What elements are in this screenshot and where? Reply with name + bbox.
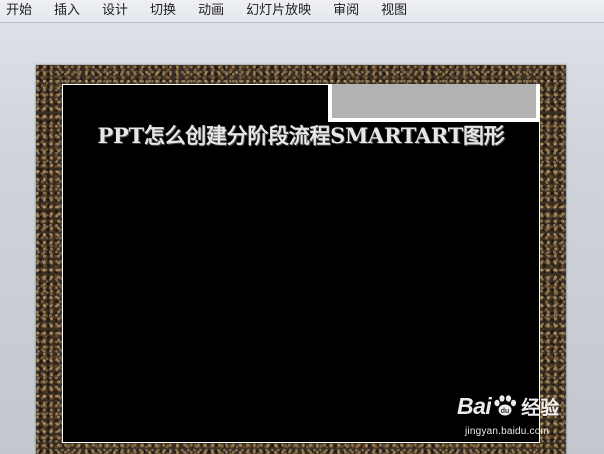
ribbon-tab-bar: 开始 插入 设计 切换 动画 幻灯片放映 审阅 视图	[0, 0, 604, 23]
slide-editing-pane: PPT怎么创建分阶段流程SMARTART图形	[0, 23, 604, 454]
tab-review[interactable]: 审阅	[326, 0, 374, 22]
tab-view[interactable]: 视图	[374, 0, 422, 22]
slide-content-area[interactable]: PPT怎么创建分阶段流程SMARTART图形	[62, 84, 540, 443]
slide-canvas[interactable]: PPT怎么创建分阶段流程SMARTART图形	[36, 65, 566, 454]
slide-title[interactable]: PPT怎么创建分阶段流程SMARTART图形	[63, 120, 539, 150]
tab-design[interactable]: 设计	[95, 0, 143, 22]
title-tab-decoration	[328, 84, 540, 122]
tab-home[interactable]: 开始	[0, 0, 47, 22]
title-tab-fill	[332, 84, 536, 118]
tab-slide-show[interactable]: 幻灯片放映	[239, 0, 326, 22]
tab-animations[interactable]: 动画	[191, 0, 239, 22]
tab-transitions[interactable]: 切换	[143, 0, 191, 22]
tab-insert[interactable]: 插入	[47, 0, 95, 22]
